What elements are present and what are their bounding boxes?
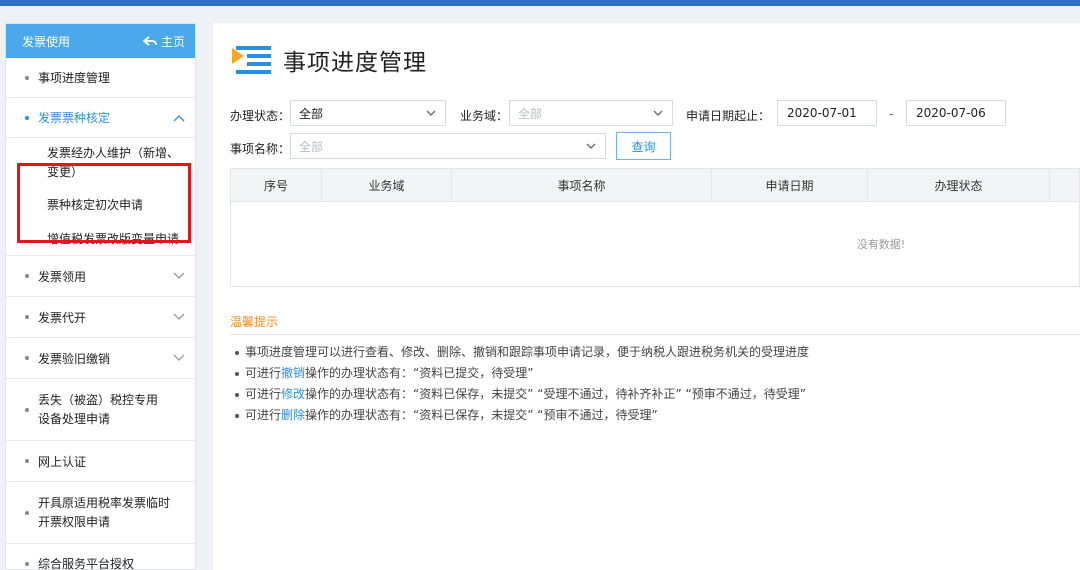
status-select-value: 全部 [299,106,324,121]
status-label: 办理状态： [230,109,291,123]
bullet-icon [25,75,29,80]
tip-item: 可进行撤销操作的办理状态有：“资料已提交，待受理” [233,363,809,384]
tip-text: 操作的办理状态有：“资料已保存，未提交” “受理不通过，待补齐补正” “预审不通… [305,387,806,401]
date-separator: - [889,107,894,121]
bullet-icon [25,356,29,360]
home-link[interactable]: 主页 [142,33,185,50]
domain-select-value: 全部 [518,106,543,121]
back-arrow-icon [142,36,157,46]
sidebar-item-label: 发票领用 [38,269,87,284]
main-panel: 事项进度管理 办理状态： 全部 业务域： 全部 申请日期起止： 2020-07-… [213,23,1080,570]
tip-item: 事项进度管理可以进行查看、修改、删除、撤销和跟踪事项申请记录，便于纳税人跟进税务… [233,342,809,363]
column-header[interactable]: 办理状态 [868,169,1050,201]
tip-text: 操作的办理状态有：“资料已提交，待受理” [305,366,534,380]
sidebar-item-invoice-verify[interactable]: 发票验旧缴销 [6,338,195,379]
sidebar-header: 发票使用 主页 [6,24,195,58]
divider [230,334,1080,335]
table-header: 序号 业务域 事项名称 申请日期 办理状态 [231,169,1079,202]
list-menu-icon [232,46,271,74]
sidebar-item-progress[interactable]: 事项进度管理 [6,58,195,98]
sidebar-item-invoice-receive[interactable]: 发票领用 [6,256,195,297]
sidebar-item-label: 发票验旧缴销 [38,351,111,366]
tip-text: 操作的办理状态有：“资料已保存，未提交” “预审不通过，待受理” [305,408,658,422]
page-title: 事项进度管理 [283,50,427,76]
dropdown-caret-icon [653,110,663,116]
date-range-label: 申请日期起止： [686,109,771,123]
sidebar-item-invoice-issue[interactable]: 发票代开 [6,297,195,338]
delete-link[interactable]: 删除 [281,408,305,422]
column-header[interactable]: 序号 [231,169,322,201]
domain-label: 业务域： [460,109,509,123]
dropdown-caret-icon [426,110,436,116]
bullet-icon [235,393,239,397]
empty-state-text: 没有数据! [856,237,906,251]
bullet-icon [25,274,29,278]
bullet-icon [25,510,29,515]
highlight-box [17,163,191,243]
tip-text: 事项进度管理可以进行查看、修改、删除、撤销和跟踪事项申请记录，便于纳税人跟进税务… [245,345,810,359]
home-label: 主页 [160,34,185,49]
top-bar [0,0,1080,6]
tip-item: 可进行修改操作的办理状态有：“资料已保存，未提交” “受理不通过，待补齐补正” … [233,384,809,405]
sidebar-item-lost-device[interactable]: 丢失（被盗）税控专用设备处理申请 [6,379,195,441]
tips-list: 事项进度管理可以进行查看、修改、删除、撤销和跟踪事项申请记录，便于纳税人跟进税务… [233,342,809,426]
date-to-input[interactable]: 2020-07-06 [906,100,1006,126]
tip-text: 可进行 [245,366,282,380]
column-header[interactable]: 事项名称 [452,169,712,201]
modify-link[interactable]: 修改 [281,387,305,401]
tip-text: 可进行 [245,387,282,401]
status-select[interactable]: 全部 [290,100,446,126]
sidebar-item-temp-permission[interactable]: 开具原适用税率发票临时开票权限申请 [6,482,195,544]
sidebar-item-label: 事项进度管理 [38,71,111,85]
sidebar-item-label: 丢失（被盗）税控专用设备处理申请 [38,392,159,426]
date-from-input[interactable]: 2020-07-01 [777,100,877,126]
column-header[interactable]: 业务域 [322,169,452,201]
bullet-icon [235,372,239,376]
tip-item: 可进行删除操作的办理状态有：“资料已保存，未提交” “预审不通过，待受理” [233,405,809,426]
sidebar-item-online-auth[interactable]: 网上认证 [6,441,195,482]
query-button[interactable]: 查询 [616,132,671,160]
bullet-icon [25,407,29,412]
tip-text: 可进行 [245,408,282,422]
column-header[interactable]: 申请日期 [712,169,868,201]
sidebar-item-label: 网上认证 [38,454,87,469]
chevron-down-icon [173,272,185,279]
sidebar-item-label: 开具原适用税率发票临时开票权限申请 [38,495,171,529]
revoke-link[interactable]: 撤销 [281,366,305,380]
bullet-icon [235,351,239,355]
name-label: 事项名称： [230,142,291,156]
bullet-icon [25,459,29,463]
column-header-extra [1050,169,1079,201]
chevron-up-icon [173,114,185,121]
domain-select[interactable]: 全部 [509,100,673,126]
name-select-value: 全部 [299,139,324,154]
bullet-icon [25,561,29,566]
name-select[interactable]: 全部 [290,133,606,159]
sidebar-header-title: 发票使用 [22,34,71,49]
results-table: 序号 业务域 事项名称 申请日期 办理状态 没有数据! [230,168,1080,287]
bullet-icon [235,414,239,418]
sidebar-item-invoice-type[interactable]: 发票票种核定 [6,98,195,138]
bullet-icon [25,115,29,120]
chevron-down-icon [173,313,185,320]
bullet-icon [25,315,29,319]
sidebar-item-label: 发票票种核定 [38,111,111,125]
sidebar-item-label: 发票代开 [38,310,87,325]
tips-title: 温馨提示 [230,315,279,329]
sidebar: 发票使用 主页 事项进度管理 发票票种核定 发票经办人维护（新增、变更） 票种核… [5,23,196,570]
sidebar-item-platform-auth[interactable]: 综合服务平台授权 [6,544,195,570]
sidebar-item-label: 综合服务平台授权 [38,557,135,570]
dropdown-caret-icon [586,143,596,149]
page-header: 事项进度管理 [231,43,427,77]
chevron-down-icon [173,354,185,361]
